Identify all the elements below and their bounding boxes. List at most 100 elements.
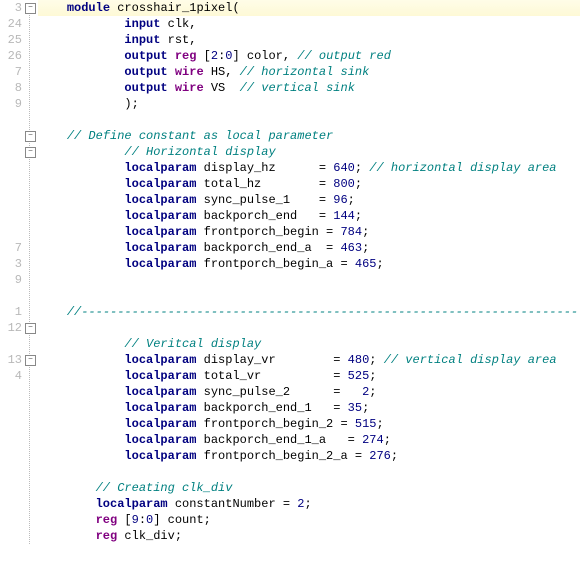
token: ; <box>362 401 369 415</box>
fold-toggle[interactable]: − <box>25 323 36 334</box>
token: display_vr = <box>204 353 348 367</box>
token: 96 <box>333 193 347 207</box>
code-line[interactable]: localparam total_hz = 800; <box>38 176 580 192</box>
fold-toggle[interactable]: − <box>25 147 36 158</box>
token: backporch_end_a = <box>204 241 341 255</box>
code-line[interactable]: localparam sync_pulse_1 = 96; <box>38 192 580 208</box>
code-line[interactable]: input clk, <box>38 16 580 32</box>
token: 640 <box>333 161 355 175</box>
token: // Horizontal display <box>124 145 275 159</box>
code-line[interactable]: reg clk_div; <box>38 528 580 544</box>
code-line[interactable]: localparam frontporch_begin = 784; <box>38 224 580 240</box>
token: 276 <box>369 449 391 463</box>
token: localparam <box>124 193 203 207</box>
code-line[interactable] <box>38 320 580 336</box>
line-number-gutter: 3242526789739112134 <box>0 0 24 560</box>
code-line[interactable]: // Horizontal display <box>38 144 580 160</box>
line-number: 9 <box>0 272 22 288</box>
code-line[interactable]: localparam constantNumber = 2; <box>38 496 580 512</box>
token: reg <box>96 529 125 543</box>
code-line[interactable]: input rst, <box>38 32 580 48</box>
line-number <box>0 336 22 352</box>
code-line[interactable]: localparam backporch_end_1_a = 274; <box>38 432 580 448</box>
token: //--------------------------------------… <box>67 305 578 319</box>
line-number <box>0 208 22 224</box>
code-line[interactable]: localparam frontporch_begin_2 = 515; <box>38 416 580 432</box>
token: output <box>124 81 174 95</box>
code-line[interactable]: output wire VS // vertical sink <box>38 80 580 96</box>
line-number <box>0 528 22 544</box>
code-line[interactable] <box>38 464 580 480</box>
token: backporch_end_1 = <box>204 401 348 415</box>
fold-toggle[interactable]: − <box>25 355 36 366</box>
token: module <box>67 1 117 15</box>
code-line[interactable]: localparam sync_pulse_2 = 2; <box>38 384 580 400</box>
token: frontporch_begin = <box>204 225 341 239</box>
token: // Creating clk_div <box>96 481 233 495</box>
token: 465 <box>355 257 377 271</box>
token: localparam <box>124 433 203 447</box>
line-number <box>0 512 22 528</box>
token: input <box>124 17 167 31</box>
line-number <box>0 448 22 464</box>
code-line[interactable]: localparam display_vr = 480; // vertical… <box>38 352 580 368</box>
code-line[interactable] <box>38 288 580 304</box>
token: 144 <box>333 209 355 223</box>
code-line[interactable] <box>38 272 580 288</box>
token: 480 <box>348 353 370 367</box>
code-line[interactable]: localparam backporch_end_1 = 35; <box>38 400 580 416</box>
token: : <box>139 513 146 527</box>
code-line[interactable] <box>38 112 580 128</box>
code-line[interactable]: reg [9:0] count; <box>38 512 580 528</box>
token: 35 <box>348 401 362 415</box>
code-line[interactable]: //--------------------------------------… <box>38 304 580 320</box>
token: ; <box>369 385 376 399</box>
token: crosshair_1pixel <box>117 1 232 15</box>
token: // horizontal sink <box>240 65 370 79</box>
fold-toggle[interactable]: − <box>25 131 36 142</box>
code-line[interactable]: localparam display_hz = 640; // horizont… <box>38 160 580 176</box>
code-line[interactable]: module crosshair_1pixel( <box>38 0 580 16</box>
line-number <box>0 144 22 160</box>
line-number: 25 <box>0 32 22 48</box>
token: localparam <box>124 225 203 239</box>
line-number: 4 <box>0 368 22 384</box>
token: wire <box>175 65 211 79</box>
token: localparam <box>124 449 203 463</box>
token: frontporch_begin_2 = <box>204 417 355 431</box>
line-number <box>0 192 22 208</box>
token: 800 <box>333 177 355 191</box>
token: total_vr = <box>204 369 348 383</box>
line-number: 1 <box>0 304 22 320</box>
code-line[interactable]: localparam backporch_end_a = 463; <box>38 240 580 256</box>
line-number <box>0 176 22 192</box>
code-line[interactable]: localparam frontporch_begin_2_a = 276; <box>38 448 580 464</box>
code-line[interactable]: ); <box>38 96 580 112</box>
code-line[interactable]: // Veritcal display <box>38 336 580 352</box>
token: , <box>189 17 196 31</box>
line-number: 3 <box>0 0 22 16</box>
code-line[interactable]: // Define constant as local parameter <box>38 128 580 144</box>
token: ; <box>304 497 311 511</box>
token: output <box>124 49 174 63</box>
token: // Define constant as local parameter <box>67 129 333 143</box>
code-line[interactable]: output reg [2:0] color, // output red <box>38 48 580 64</box>
token: reg <box>175 49 204 63</box>
token: localparam <box>124 417 203 431</box>
code-line[interactable]: localparam total_vr = 525; <box>38 368 580 384</box>
code-line[interactable]: // Creating clk_div <box>38 480 580 496</box>
code-area[interactable]: module crosshair_1pixel( input clk, inpu… <box>38 0 580 560</box>
token: rst <box>168 33 190 47</box>
code-line[interactable]: localparam frontporch_begin_a = 465; <box>38 256 580 272</box>
fold-toggle[interactable]: − <box>25 3 36 14</box>
token: ; <box>376 417 383 431</box>
code-line[interactable]: output wire HS, // horizontal sink <box>38 64 580 80</box>
line-number: 24 <box>0 16 22 32</box>
line-number <box>0 544 22 560</box>
code-line[interactable]: localparam backporch_end = 144; <box>38 208 580 224</box>
line-number: 12 <box>0 320 22 336</box>
token: ( <box>232 1 239 15</box>
line-number <box>0 432 22 448</box>
token: ; <box>348 193 355 207</box>
token: // Veritcal display <box>124 337 261 351</box>
